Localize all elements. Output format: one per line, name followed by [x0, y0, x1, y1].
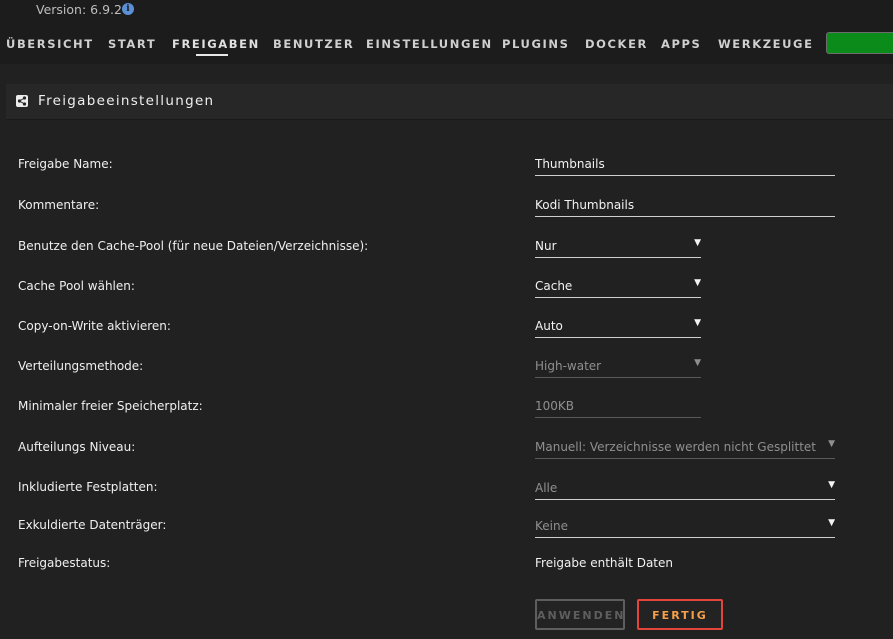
nav-item-werkzeuge[interactable]: WERKZEUGE [718, 37, 814, 51]
excluded-disks-select[interactable]: Keine ▼ [535, 516, 835, 538]
cache-pool-select[interactable]: Cache ▼ [535, 276, 701, 298]
chevron-down-icon: ▼ [828, 439, 835, 449]
chevron-down-icon: ▼ [694, 238, 701, 248]
nav-item-benutzer[interactable]: BENUTZER [273, 37, 354, 51]
info-icon[interactable]: i [122, 3, 134, 15]
nav-item-apps[interactable]: APPS [661, 37, 701, 51]
chevron-down-icon: ▼ [828, 480, 835, 490]
done-button[interactable]: FERTIG [637, 599, 723, 630]
included-disks-select[interactable]: Alle ▼ [535, 478, 835, 500]
nav-item-freigaben[interactable]: FREIGABEN [172, 37, 260, 51]
min-free-space-label: Minimaler freier Speicherplatz: [18, 399, 203, 413]
chevron-down-icon: ▼ [694, 358, 701, 368]
section-header: Freigabeeinstellungen [6, 84, 893, 120]
share-icon [16, 95, 28, 107]
nav-item-plugins[interactable]: PLUGINS [502, 37, 570, 51]
share-status-label: Freigabestatus: [18, 556, 111, 570]
share-settings-page: Freigabeeinstellungen Freigabe Name: Thu… [0, 64, 893, 639]
copy-on-write-label: Copy-on-Write aktivieren: [18, 319, 171, 333]
included-disks-label: Inkludierte Festplatten: [18, 480, 158, 494]
excluded-disks-value: Keine [535, 519, 568, 533]
share-name-label: Freigabe Name: [18, 157, 113, 171]
nav-item-docker[interactable]: DOCKER [585, 37, 648, 51]
share-name-value: Thumbnails [535, 157, 605, 171]
comment-input[interactable]: Kodi Thumbnails [535, 195, 835, 217]
apply-button[interactable]: ANWENDEN [535, 599, 625, 630]
nav-item-uebersicht[interactable]: ÜBERSICHT [6, 37, 94, 51]
excluded-disks-label: Exkuldierte Datenträger: [18, 518, 167, 532]
cache-pool-label: Cache Pool wählen: [18, 279, 135, 293]
share-status-value: Freigabe enthält Daten [535, 556, 673, 570]
allocation-method-value: High-water [535, 359, 602, 373]
use-cache-pool-select[interactable]: Nur ▼ [535, 236, 701, 258]
min-free-space-input: 100KB [535, 396, 701, 418]
use-cache-pool-value: Nur [535, 239, 557, 253]
split-level-label: Aufteilungs Niveau: [18, 440, 136, 454]
nav-active-underline [196, 54, 228, 56]
main-nav: ÜBERSICHT START FREIGABEN BENUTZER EINST… [0, 22, 893, 64]
split-level-select: Manuell: Verzeichnisse werden nicht Gesp… [535, 437, 835, 459]
share-name-input[interactable]: Thumbnails [535, 154, 835, 176]
array-status-indicator[interactable] [826, 32, 893, 54]
copy-on-write-value: Auto [535, 319, 563, 333]
version-label: Version: 6.9.2 [36, 2, 122, 17]
chevron-down-icon: ▼ [694, 318, 701, 328]
chevron-down-icon: ▼ [828, 518, 835, 528]
comment-value: Kodi Thumbnails [535, 198, 635, 212]
use-cache-pool-label: Benutze den Cache-Pool (für neue Dateien… [18, 239, 369, 253]
min-free-space-value: 100KB [535, 399, 575, 413]
comment-label: Kommentare: [18, 198, 100, 212]
cache-pool-value: Cache [535, 279, 573, 293]
section-title: Freigabeeinstellungen [38, 93, 215, 109]
version-bar: Version: 6.9.2 i [0, 0, 893, 22]
included-disks-value: Alle [535, 481, 558, 495]
nav-item-start[interactable]: START [108, 37, 156, 51]
nav-item-einstellungen[interactable]: EINSTELLUNGEN [366, 37, 493, 51]
allocation-method-select: High-water ▼ [535, 356, 701, 378]
chevron-down-icon: ▼ [694, 278, 701, 288]
split-level-value: Manuell: Verzeichnisse werden nicht Gesp… [535, 440, 816, 454]
copy-on-write-select[interactable]: Auto ▼ [535, 316, 701, 338]
allocation-method-label: Verteilungsmethode: [18, 359, 144, 373]
